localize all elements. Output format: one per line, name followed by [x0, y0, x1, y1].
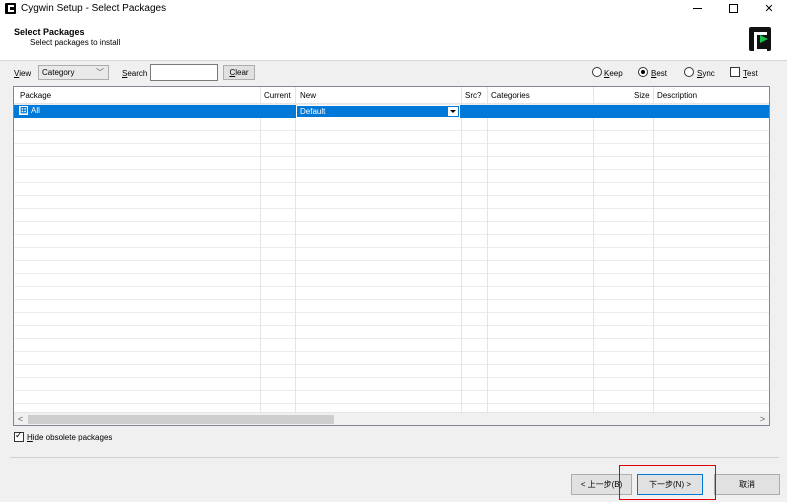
grid-row-line [14, 143, 769, 144]
best-radio[interactable] [638, 67, 648, 77]
grid-row-line [14, 286, 769, 287]
cygwin-app-icon [5, 2, 16, 14]
column-divider [593, 87, 594, 412]
keep-label: Keep [604, 69, 623, 78]
column-header-package[interactable]: Package [20, 91, 51, 100]
package-toolbar: View Category ﹀ Search Clear Keep Best S… [0, 62, 787, 84]
view-label: View [14, 69, 32, 78]
column-header-new[interactable]: New [300, 91, 316, 100]
clear-button[interactable]: Clear [223, 65, 255, 80]
column-divider [260, 87, 261, 412]
new-version-dropdown[interactable]: Default [296, 105, 460, 118]
view-select-value: Category [42, 68, 75, 77]
table-row[interactable]: ⊞ All Default [14, 105, 769, 118]
search-input[interactable] [150, 64, 218, 81]
grid-row-line [14, 208, 769, 209]
grid-row-line [14, 156, 769, 157]
cygwin-logo-icon [749, 27, 771, 52]
page-subtitle: Select packages to install [30, 38, 121, 47]
expand-icon[interactable]: ⊞ [19, 106, 28, 115]
wizard-header: Select Packages Select packages to insta… [0, 16, 787, 60]
grid-row-line [14, 377, 769, 378]
grid-row-line [14, 312, 769, 313]
maximize-icon [728, 3, 738, 13]
cancel-button[interactable]: 取消 [714, 474, 780, 495]
scrollbar-thumb[interactable] [28, 415, 334, 424]
hide-obsolete-checkbox[interactable] [14, 430, 24, 442]
window-title: Cygwin Setup - Select Packages [21, 2, 167, 14]
footer-divider [10, 457, 779, 458]
grid-row-line [14, 273, 769, 274]
column-header-categories[interactable]: Categories [491, 91, 530, 100]
scroll-left-icon[interactable]: < [14, 413, 27, 425]
page-title: Select Packages [14, 27, 85, 37]
package-list-header: Package Current New Src? Categories Size… [14, 87, 769, 104]
close-button[interactable]: ✕ [751, 0, 787, 16]
grid-row-line [14, 195, 769, 196]
best-label: Best [651, 69, 668, 78]
column-divider [653, 87, 654, 412]
grid-row-line [14, 130, 769, 131]
scroll-right-icon[interactable]: > [756, 413, 769, 425]
column-header-current[interactable]: Current [264, 91, 291, 100]
package-cell: All [31, 106, 40, 115]
grid-row-line [14, 325, 769, 326]
title-bar: Cygwin Setup - Select Packages ✕ [0, 0, 787, 16]
grid-row-line [14, 390, 769, 391]
grid-row-line [14, 299, 769, 300]
grid-row-line [14, 247, 769, 248]
test-checkbox[interactable] [730, 67, 740, 77]
grid-row-line [14, 338, 769, 339]
column-header-description[interactable]: Description [657, 91, 697, 100]
horizontal-scrollbar[interactable]: < > [14, 412, 769, 425]
keep-radio[interactable] [592, 67, 602, 77]
new-version-value: Default [300, 107, 326, 116]
sync-radio[interactable] [684, 67, 694, 77]
grid-row-line [14, 221, 769, 222]
grid-row-line [14, 260, 769, 261]
minimize-button[interactable] [679, 0, 715, 16]
minimize-icon [692, 7, 702, 9]
column-header-size[interactable]: Size [634, 91, 650, 100]
grid-row-line [14, 182, 769, 183]
search-label: Search [122, 69, 148, 78]
package-list[interactable]: Package Current New Src? Categories Size… [13, 86, 770, 426]
header-divider [0, 60, 787, 61]
sync-label: Sync [697, 69, 715, 78]
grid-row-line [14, 403, 769, 404]
column-divider [461, 87, 462, 412]
column-header-src[interactable]: Src? [465, 91, 481, 100]
column-divider [295, 87, 296, 412]
test-label: Test [743, 69, 758, 78]
hide-obsolete-label: Hide obsolete packages [27, 433, 113, 442]
column-divider [487, 87, 488, 412]
grid-row-lines [14, 104, 769, 412]
grid-row-line [14, 234, 769, 235]
dropdown-arrow-icon [448, 107, 458, 116]
grid-row-line [14, 351, 769, 352]
grid-row-line [14, 169, 769, 170]
window-controls: ✕ [679, 0, 787, 16]
maximize-button[interactable] [715, 0, 751, 16]
chevron-down-icon: ﹀ [96, 68, 104, 77]
close-icon: ✕ [764, 2, 774, 15]
view-select[interactable]: Category ﹀ [38, 65, 109, 80]
grid-row-line [14, 364, 769, 365]
highlight-annotation-box [619, 465, 716, 500]
